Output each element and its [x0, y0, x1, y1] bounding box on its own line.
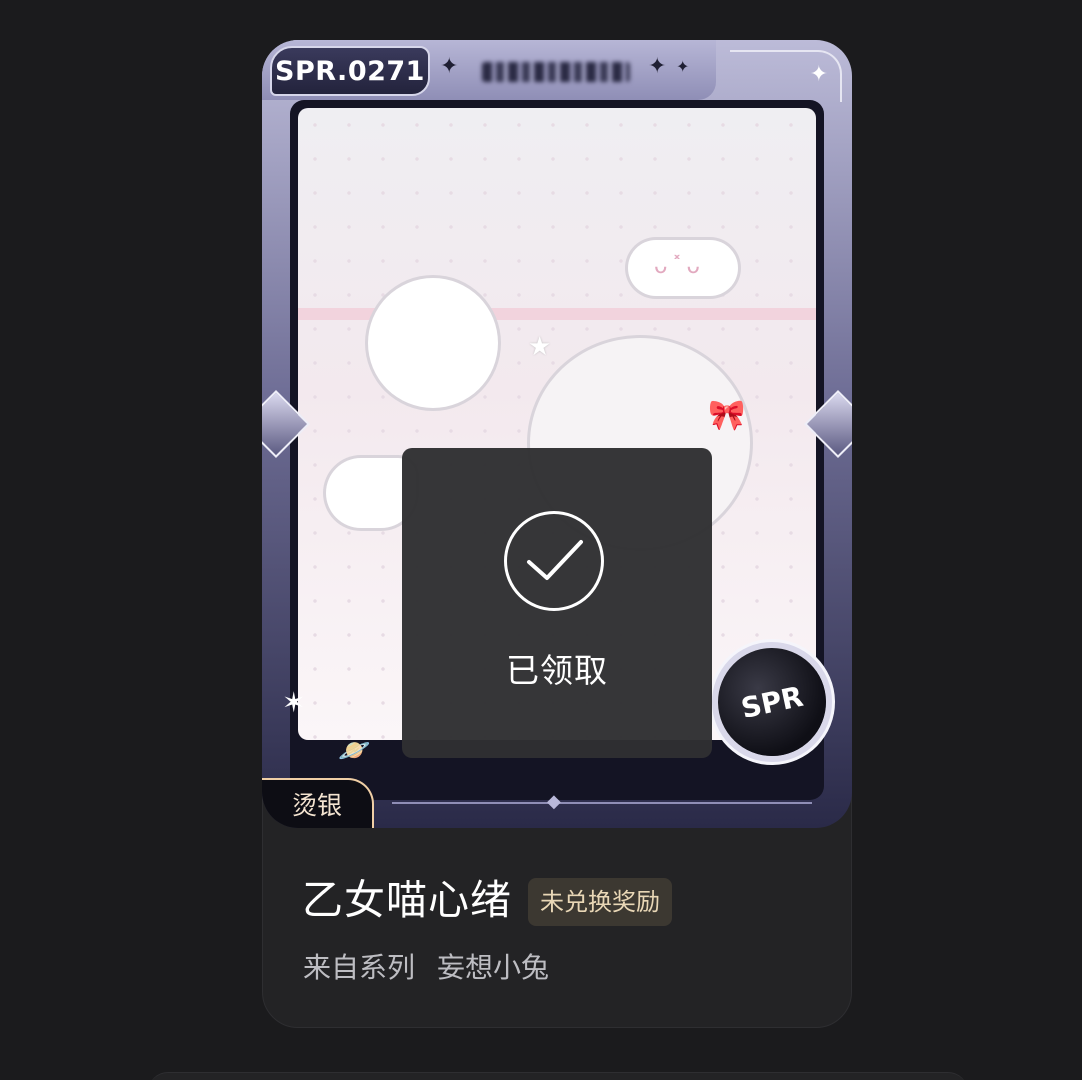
sparkle-icon: ✦ — [648, 54, 667, 79]
series-prefix: 来自系列 — [303, 951, 416, 984]
series-name[interactable]: 妄想小兔 — [437, 951, 549, 984]
star-icon: ★ — [528, 332, 552, 362]
card-top-banner: SPR.0271 ✦ ✦ ✦ — [262, 40, 716, 100]
bow-icon: 🎀 — [708, 398, 746, 433]
diamond-icon: ◆ — [547, 791, 561, 812]
serial-tab: SPR.0271 — [270, 46, 430, 96]
spr-seal-text: SPR — [738, 679, 806, 725]
artwork-cloud-face: ᴗ˟ᴗ — [654, 254, 704, 279]
reward-status-badge: 未兑换奖励 — [528, 878, 672, 926]
sparkle-icon: ✦ — [809, 62, 828, 87]
artwork-bunny — [368, 278, 498, 408]
sparkle-icon: ✦ — [440, 54, 459, 79]
claimed-overlay: 已领取 — [402, 448, 712, 758]
sparkle-icon: ✦ — [676, 57, 690, 76]
planet-icon: 🪐 — [338, 736, 371, 766]
page: SPR.0271 ✦ ✦ ✦ ✦ ᴗ˟ᴗ 🎀 ★ ✶ 🪐 ◆ SPR 烫银 已领… — [0, 0, 1082, 1080]
series-info: 来自系列 妄想小兔 — [303, 948, 549, 988]
serial-number: SPR.0271 — [275, 55, 425, 87]
card-title: 乙女喵心绪 — [302, 876, 512, 924]
bottom-frame-line — [392, 802, 812, 804]
blurred-owner-name — [482, 62, 630, 82]
claimed-status-label: 已领取 — [506, 651, 608, 690]
sparkle-icon: ✶ — [282, 686, 306, 719]
check-circle-icon — [504, 511, 604, 611]
finish-tag-label: 烫银 — [291, 791, 342, 820]
finish-tag: 烫银 — [262, 778, 374, 828]
next-card-panel[interactable] — [148, 1072, 968, 1080]
